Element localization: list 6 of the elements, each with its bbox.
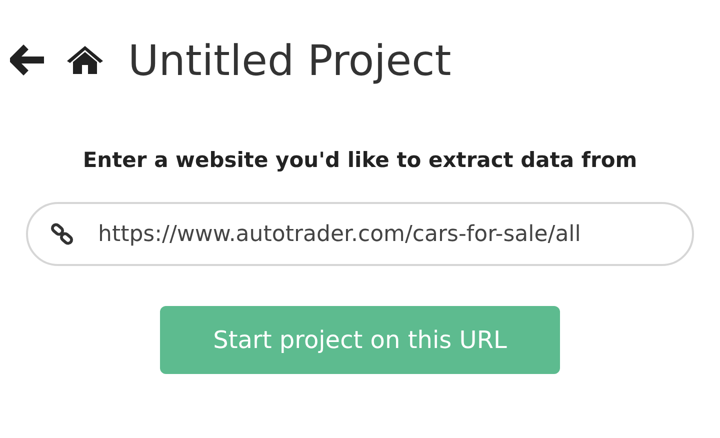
- prompt-text: Enter a website you'd like to extract data from: [82, 148, 638, 172]
- url-field[interactable]: https://www.autotrader.com/cars-for-sale/all: [26, 202, 694, 266]
- link-icon: [50, 222, 74, 246]
- back-arrow-icon[interactable]: [10, 44, 46, 76]
- project-title: Untitled Project: [128, 36, 452, 84]
- home-icon[interactable]: [66, 45, 104, 75]
